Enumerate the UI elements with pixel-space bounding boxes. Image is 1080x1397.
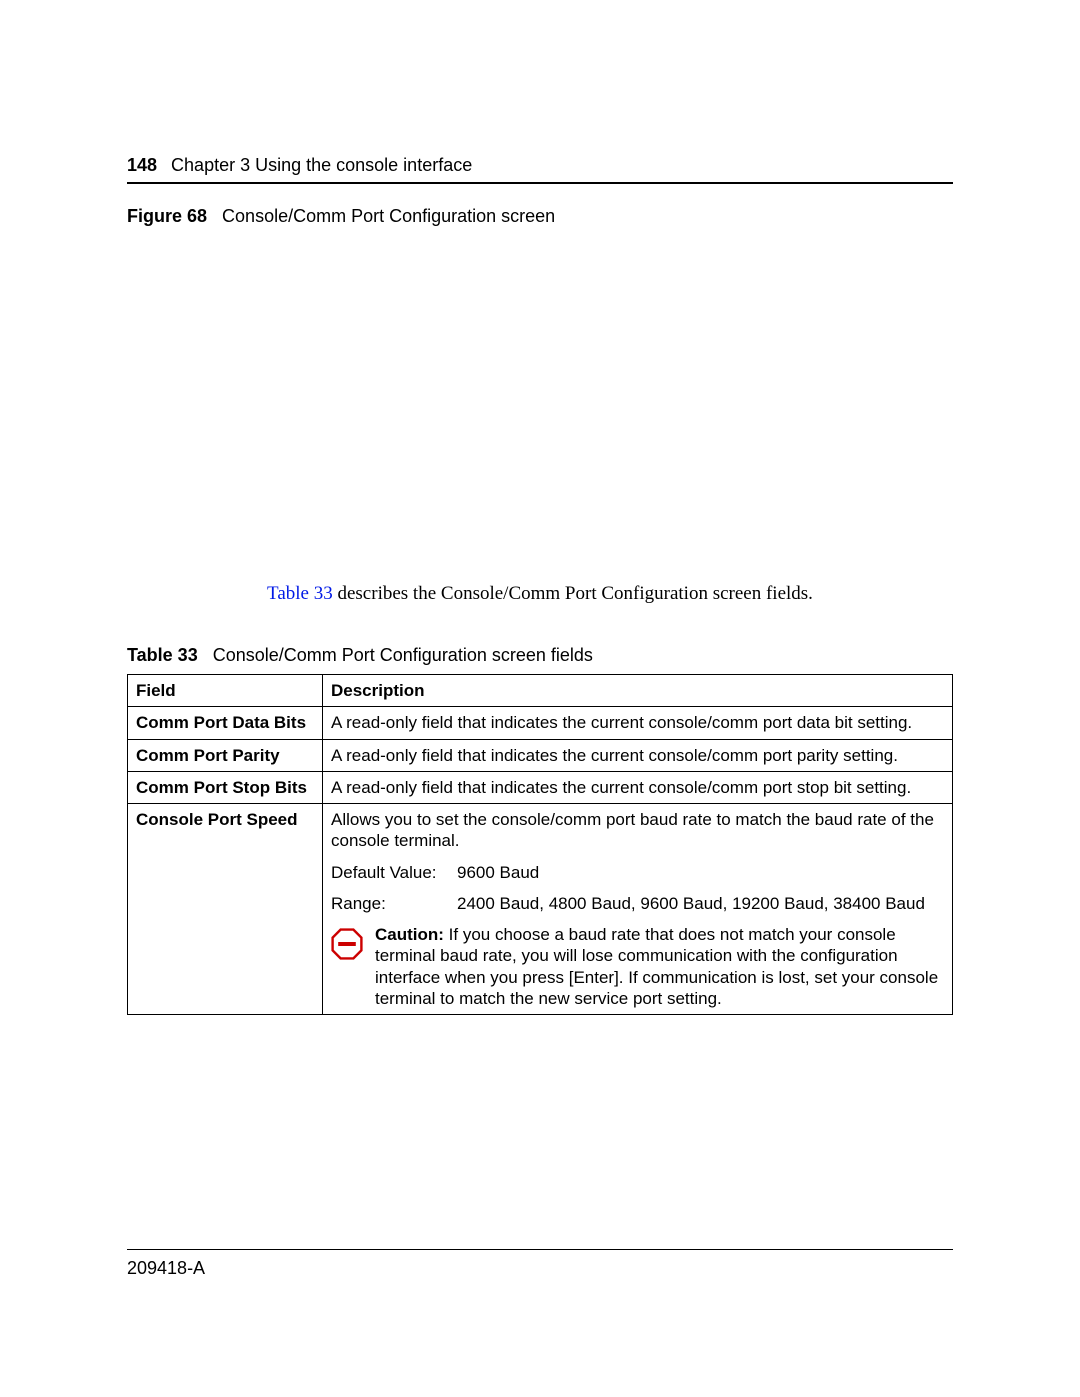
table-caption: Table 33 Console/Comm Port Configuration… [127, 645, 953, 666]
table-row: Comm Port Parity A read-only field that … [128, 739, 953, 771]
field-name: Comm Port Parity [128, 739, 323, 771]
figure-placeholder [127, 227, 953, 577]
table-link[interactable]: Table 33 [267, 583, 333, 604]
field-desc: A read-only field that indicates the cur… [323, 739, 953, 771]
figure-label: Figure 68 [127, 206, 207, 226]
range-value: 2400 Baud, 4800 Baud, 9600 Baud, 19200 B… [457, 893, 925, 914]
default-value-row: Default Value: 9600 Baud [331, 862, 944, 883]
field-name: Comm Port Data Bits [128, 707, 323, 739]
page-footer: 209418-A [127, 1249, 953, 1279]
field-name: Comm Port Stop Bits [128, 771, 323, 803]
table-row: Comm Port Stop Bits A read-only field th… [128, 771, 953, 803]
field-name: Console Port Speed [128, 804, 323, 1015]
table-title: Console/Comm Port Configuration screen f… [213, 645, 593, 665]
fields-table: Field Description Comm Port Data Bits A … [127, 674, 953, 1015]
figure-caption: Figure 68 Console/Comm Port Configuratio… [127, 206, 953, 227]
default-label: Default Value: [331, 862, 457, 883]
field-desc: Allows you to set the console/comm port … [323, 804, 953, 1015]
chapter-title: Chapter 3 Using the console interface [171, 155, 472, 176]
field-desc: A read-only field that indicates the cur… [323, 707, 953, 739]
figure-title: Console/Comm Port Configuration screen [222, 206, 555, 226]
stop-icon [331, 928, 363, 960]
page-number: 148 [127, 155, 157, 176]
range-label: Range: [331, 893, 457, 914]
table-row: Console Port Speed Allows you to set the… [128, 804, 953, 1015]
range-row: Range: 2400 Baud, 4800 Baud, 9600 Baud, … [331, 893, 944, 914]
reference-sentence: Table 33 describes the Console/Comm Port… [127, 583, 953, 605]
default-value: 9600 Baud [457, 862, 539, 883]
caution-text: If you choose a baud rate that does not … [375, 925, 938, 1008]
running-header: 148 Chapter 3 Using the console interfac… [127, 155, 953, 184]
caution-label: Caution: [375, 925, 444, 944]
header-description: Description [323, 675, 953, 707]
field-desc: A read-only field that indicates the cur… [323, 771, 953, 803]
page: 148 Chapter 3 Using the console interfac… [0, 0, 1080, 1397]
reference-text: describes the Console/Comm Port Configur… [333, 583, 813, 604]
table-row: Comm Port Data Bits A read-only field th… [128, 707, 953, 739]
table-header-row: Field Description [128, 675, 953, 707]
header-field: Field [128, 675, 323, 707]
caution-block: Caution: If you choose a baud rate that … [331, 924, 944, 1009]
table-label: Table 33 [127, 645, 198, 665]
caution-text-wrap: Caution: If you choose a baud rate that … [375, 924, 944, 1009]
speed-desc: Allows you to set the console/comm port … [331, 809, 944, 852]
document-id: 209418-A [127, 1258, 205, 1278]
